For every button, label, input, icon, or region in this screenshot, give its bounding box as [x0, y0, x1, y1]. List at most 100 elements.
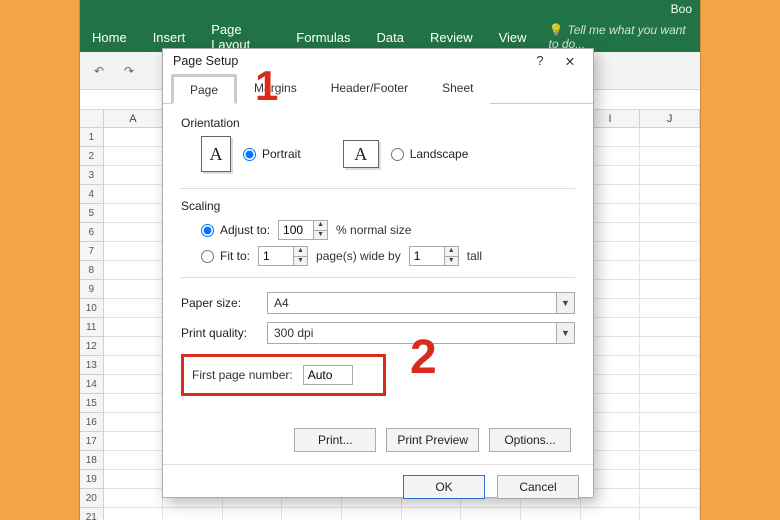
cell[interactable] — [640, 375, 700, 394]
cell[interactable] — [104, 204, 164, 223]
row-header[interactable]: 15 — [80, 394, 104, 413]
ribbon-tab-view[interactable]: View — [495, 24, 531, 51]
cell[interactable] — [640, 261, 700, 280]
cell[interactable] — [104, 280, 164, 299]
cell[interactable] — [223, 508, 283, 520]
cancel-button[interactable]: Cancel — [497, 475, 579, 499]
print-button[interactable]: Print... — [294, 428, 376, 452]
cell[interactable] — [104, 508, 164, 520]
cell[interactable] — [640, 318, 700, 337]
fit-tall-spinner[interactable]: ▲▼ — [409, 246, 459, 266]
cell[interactable] — [104, 470, 164, 489]
cell[interactable] — [104, 242, 164, 261]
col-header[interactable]: A — [104, 110, 164, 127]
cell[interactable] — [640, 166, 700, 185]
cell[interactable] — [521, 508, 581, 520]
cell[interactable] — [461, 508, 521, 520]
row-header[interactable]: 7 — [80, 242, 104, 261]
cell[interactable] — [104, 128, 164, 147]
cell[interactable] — [640, 337, 700, 356]
row-header[interactable]: 16 — [80, 413, 104, 432]
tab-margins[interactable]: Margins — [237, 74, 314, 104]
row-header[interactable]: 13 — [80, 356, 104, 375]
cell[interactable] — [104, 318, 164, 337]
cell[interactable] — [282, 508, 342, 520]
tab-header-footer[interactable]: Header/Footer — [314, 74, 425, 104]
cell[interactable] — [163, 508, 223, 520]
ribbon-tab-home[interactable]: Home — [88, 24, 131, 51]
fit-wide-value[interactable] — [259, 247, 293, 265]
ribbon-tab-review[interactable]: Review — [426, 24, 477, 51]
row-header[interactable]: 9 — [80, 280, 104, 299]
first-page-input[interactable] — [303, 365, 353, 385]
cell[interactable] — [640, 470, 700, 489]
adjust-to-spinner[interactable]: ▲▼ — [278, 220, 328, 240]
ribbon-tab-data[interactable]: Data — [372, 24, 407, 51]
fit-wide-spinner[interactable]: ▲▼ — [258, 246, 308, 266]
cell[interactable] — [342, 508, 402, 520]
paper-size-combo[interactable]: A4 ▼ — [267, 292, 575, 314]
cell[interactable] — [640, 451, 700, 470]
cell[interactable] — [104, 223, 164, 242]
spinner-up-icon[interactable]: ▲ — [314, 221, 327, 231]
cell[interactable] — [640, 489, 700, 508]
close-icon[interactable]: ✕ — [555, 49, 585, 73]
tab-sheet[interactable]: Sheet — [425, 74, 490, 104]
cell[interactable] — [104, 489, 164, 508]
cell[interactable] — [402, 508, 462, 520]
row-header[interactable]: 12 — [80, 337, 104, 356]
cell[interactable] — [104, 147, 164, 166]
cell[interactable] — [640, 280, 700, 299]
cell[interactable] — [640, 147, 700, 166]
spinner-down-icon[interactable]: ▼ — [314, 231, 327, 240]
cell[interactable] — [104, 451, 164, 470]
cell[interactable] — [640, 242, 700, 261]
cell[interactable] — [640, 299, 700, 318]
col-header[interactable]: J — [640, 110, 700, 127]
cell[interactable] — [104, 261, 164, 280]
help-button[interactable]: ? — [525, 49, 555, 73]
ribbon-tab-formulas[interactable]: Formulas — [292, 24, 354, 51]
row-header[interactable]: 8 — [80, 261, 104, 280]
radio-adjust-to[interactable]: Adjust to: — [201, 223, 270, 237]
row-header[interactable]: 5 — [80, 204, 104, 223]
radio-fit-input[interactable] — [201, 250, 214, 263]
row-header[interactable]: 10 — [80, 299, 104, 318]
cell[interactable] — [640, 356, 700, 375]
spinner-up-icon[interactable]: ▲ — [294, 247, 307, 257]
row-header[interactable]: 19 — [80, 470, 104, 489]
row-header[interactable]: 2 — [80, 147, 104, 166]
row-header[interactable]: 21 — [80, 508, 104, 520]
row-header[interactable]: 20 — [80, 489, 104, 508]
cell[interactable] — [640, 432, 700, 451]
row-header[interactable]: 6 — [80, 223, 104, 242]
print-preview-button[interactable]: Print Preview — [386, 428, 479, 452]
spinner-up-icon[interactable]: ▲ — [445, 247, 458, 257]
spinner-down-icon[interactable]: ▼ — [294, 257, 307, 266]
radio-portrait-input[interactable] — [243, 148, 256, 161]
radio-landscape-input[interactable] — [391, 148, 404, 161]
cell[interactable] — [104, 185, 164, 204]
cell[interactable] — [640, 413, 700, 432]
chevron-down-icon[interactable]: ▼ — [556, 323, 574, 343]
cell[interactable] — [104, 432, 164, 451]
row-header[interactable]: 18 — [80, 451, 104, 470]
cell[interactable] — [581, 508, 641, 520]
radio-landscape[interactable]: Landscape — [391, 147, 469, 161]
cell[interactable] — [104, 413, 164, 432]
ribbon-tab-insert[interactable]: Insert — [149, 24, 190, 51]
radio-fit-to[interactable]: Fit to: — [201, 249, 250, 263]
cell[interactable] — [104, 394, 164, 413]
cell[interactable] — [640, 204, 700, 223]
row-header[interactable]: 4 — [80, 185, 104, 204]
row-header[interactable]: 1 — [80, 128, 104, 147]
cell[interactable] — [104, 337, 164, 356]
cell[interactable] — [640, 223, 700, 242]
radio-adjust-input[interactable] — [201, 224, 214, 237]
redo-icon[interactable]: ↷ — [118, 60, 140, 82]
options-button[interactable]: Options... — [489, 428, 571, 452]
undo-icon[interactable]: ↶ — [88, 60, 110, 82]
spinner-down-icon[interactable]: ▼ — [445, 257, 458, 266]
cell[interactable] — [104, 166, 164, 185]
cell[interactable] — [640, 185, 700, 204]
